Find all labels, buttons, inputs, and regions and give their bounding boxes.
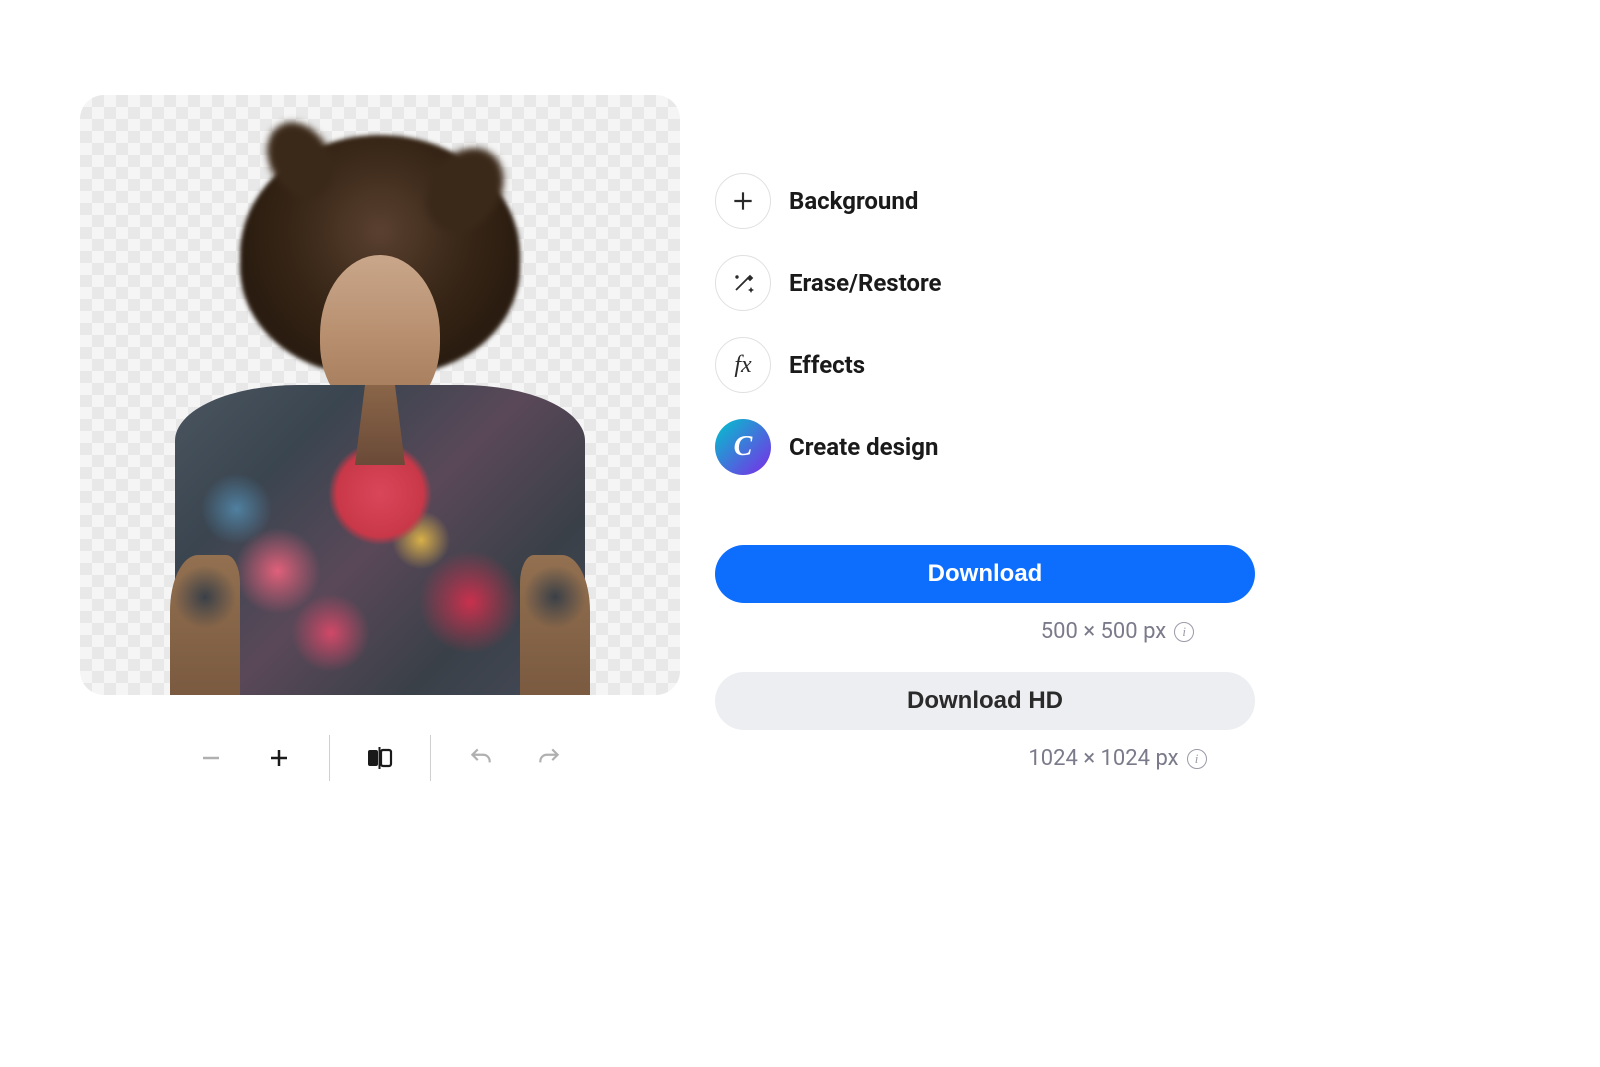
compare-icon bbox=[365, 743, 395, 773]
size-text: 500 × 500 px bbox=[1041, 619, 1166, 644]
image-preview[interactable] bbox=[80, 95, 680, 695]
zoom-in-button[interactable] bbox=[261, 740, 297, 776]
erase-restore-tool[interactable]: Erase/Restore bbox=[715, 255, 1520, 311]
download-button[interactable]: Download bbox=[715, 545, 1255, 603]
subject-cutout bbox=[165, 115, 595, 695]
tool-label: Erase/Restore bbox=[789, 269, 941, 297]
download-label: Download bbox=[928, 560, 1043, 588]
preview-toolbar bbox=[80, 733, 680, 783]
download-section: Download 500 × 500 px i Download HD 1024… bbox=[715, 545, 1520, 771]
tool-list: Background Erase/Restore fx Effect bbox=[715, 173, 1520, 475]
minus-icon bbox=[199, 746, 223, 770]
info-icon[interactable]: i bbox=[1187, 749, 1207, 769]
main-container: Background Erase/Restore fx Effect bbox=[0, 0, 1600, 878]
download-hd-size-label: 1024 × 1024 px i bbox=[715, 746, 1520, 771]
plus-icon bbox=[715, 173, 771, 229]
toolbar-divider bbox=[430, 735, 431, 781]
redo-button[interactable] bbox=[531, 740, 567, 776]
magic-wand-icon bbox=[715, 255, 771, 311]
create-design-tool[interactable]: C Create design bbox=[715, 419, 1520, 475]
tool-label: Create design bbox=[789, 433, 938, 461]
redo-icon bbox=[536, 745, 562, 771]
compare-button[interactable] bbox=[362, 740, 398, 776]
zoom-out-button[interactable] bbox=[193, 740, 229, 776]
effects-tool[interactable]: fx Effects bbox=[715, 337, 1520, 393]
background-tool[interactable]: Background bbox=[715, 173, 1520, 229]
toolbar-divider bbox=[329, 735, 330, 781]
tool-label: Effects bbox=[789, 351, 865, 379]
undo-icon bbox=[468, 745, 494, 771]
info-icon[interactable]: i bbox=[1174, 622, 1194, 642]
canva-icon: C bbox=[715, 419, 771, 475]
download-hd-button[interactable]: Download HD bbox=[715, 672, 1255, 730]
fx-icon: fx bbox=[715, 337, 771, 393]
undo-button[interactable] bbox=[463, 740, 499, 776]
download-size-label: 500 × 500 px i bbox=[715, 619, 1520, 644]
size-text: 1024 × 1024 px bbox=[1028, 746, 1178, 771]
plus-icon bbox=[267, 746, 291, 770]
tool-label: Background bbox=[789, 187, 918, 215]
side-panel: Background Erase/Restore fx Effect bbox=[715, 95, 1520, 783]
preview-panel bbox=[80, 95, 680, 783]
download-hd-label: Download HD bbox=[907, 687, 1063, 715]
